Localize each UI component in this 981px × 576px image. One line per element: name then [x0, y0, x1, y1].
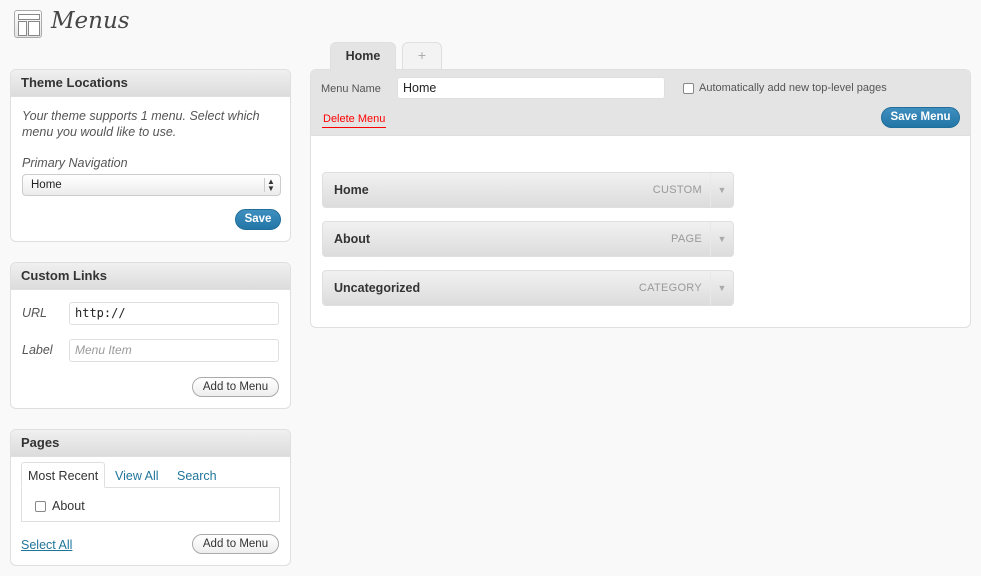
menu-editor-header: Menu Name Home Automatically add new top… [311, 70, 970, 136]
select-arrows-icon: ▲ ▼ [264, 178, 277, 193]
link-label-label: Label [22, 343, 53, 357]
menu-item-type: CUSTOM [652, 184, 702, 196]
primary-navigation-value: Home [31, 179, 62, 191]
pages-heading: Pages [11, 430, 290, 457]
theme-locations-description: Your theme supports 1 menu. Select which… [22, 109, 260, 139]
tab-menu-home[interactable]: Home [330, 42, 396, 71]
menu-name-input[interactable]: Home [397, 77, 665, 99]
link-label-input[interactable]: Menu Item [69, 339, 279, 362]
menu-item[interactable]: Uncategorized CATEGORY ▼ [322, 270, 734, 306]
custom-links-box: Custom Links URL http:// Label Menu Item… [10, 262, 291, 409]
pages-list: About [21, 487, 280, 522]
expand-arrow-icon[interactable]: ▼ [710, 271, 733, 305]
menus-icon [14, 10, 42, 38]
primary-navigation-select[interactable]: Home ▲ ▼ [22, 174, 281, 196]
custom-links-heading: Custom Links [11, 263, 290, 290]
menu-item-title: Uncategorized [334, 281, 421, 295]
tab-most-recent-label: Most Recent [28, 469, 99, 483]
theme-locations-heading: Theme Locations [11, 70, 290, 97]
menu-item-title: Home [334, 183, 369, 197]
expand-arrow-icon[interactable]: ▼ [710, 173, 733, 207]
tab-most-recent[interactable]: Most Recent [21, 462, 105, 488]
save-menu-button[interactable]: Save Menu [881, 107, 960, 128]
menu-editor-panel: Menu Name Home Automatically add new top… [310, 69, 971, 328]
auto-add-checkbox[interactable] [683, 83, 694, 94]
expand-arrow-icon[interactable]: ▼ [710, 222, 733, 256]
tab-view-all[interactable]: View All [115, 469, 159, 483]
save-locations-button[interactable]: Save [235, 209, 281, 230]
auto-add-label: Automatically add new top-level pages [699, 82, 887, 94]
theme-locations-box: Theme Locations Your theme supports 1 me… [10, 69, 291, 242]
select-all-link[interactable]: Select All [21, 538, 72, 552]
delete-menu-link[interactable]: Delete Menu [322, 113, 387, 128]
add-pages-button[interactable]: Add to Menu [192, 534, 279, 554]
menu-item-title: About [334, 232, 371, 246]
primary-navigation-label: Primary Navigation [22, 156, 128, 170]
url-input[interactable]: http:// [69, 302, 279, 325]
menu-item-type: PAGE [671, 233, 702, 245]
page-checkbox-about[interactable] [35, 501, 46, 512]
menu-item[interactable]: Home CUSTOM ▼ [322, 172, 734, 208]
url-label: URL [22, 306, 48, 320]
tab-menu-home-label: Home [345, 49, 381, 63]
page-item-about-label: About [52, 499, 85, 513]
page-title: Menus [51, 8, 130, 34]
menu-item-type: CATEGORY [638, 282, 702, 294]
menu-name-label: Menu Name [321, 83, 381, 95]
menu-item[interactable]: About PAGE ▼ [322, 221, 734, 257]
add-menu-icon: + [417, 47, 427, 63]
tab-add-menu[interactable]: + [402, 42, 442, 69]
add-custom-link-button[interactable]: Add to Menu [192, 377, 279, 397]
tab-search[interactable]: Search [177, 469, 217, 483]
pages-box: Pages Most Recent View All Search About … [10, 429, 291, 566]
